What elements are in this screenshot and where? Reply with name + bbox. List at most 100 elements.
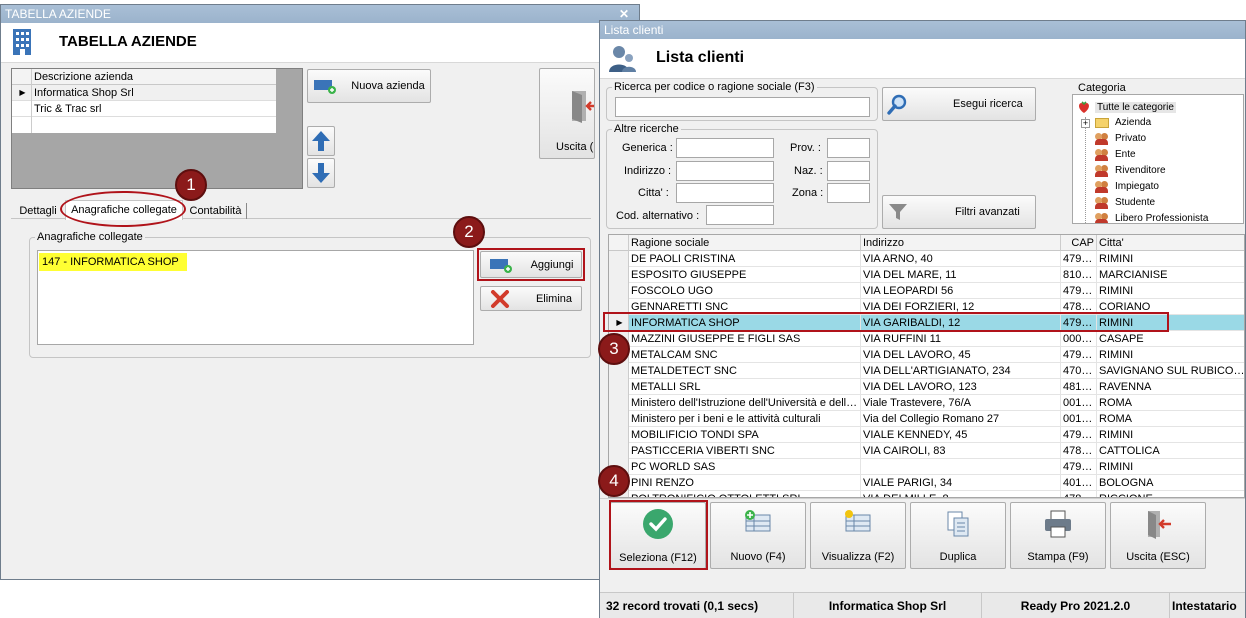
categoria-tree[interactable]: Tutte le categorie + Azienda Privato Ent…	[1072, 94, 1244, 224]
altre-ricerche-label: Altre ricerche	[612, 123, 681, 135]
row-indicator	[609, 267, 629, 283]
table-row[interactable]: Ministero dell'Istruzione dell'Universit…	[609, 395, 1244, 411]
building-icon	[13, 29, 31, 55]
delete-x-icon	[490, 289, 509, 308]
generica-input[interactable]	[676, 138, 774, 158]
visualizza-button[interactable]: Visualizza (F2)	[810, 502, 906, 569]
aziende-grid[interactable]: Descrizione azienda ▶ Informatica Shop S…	[11, 68, 303, 189]
tab-contabilita[interactable]: Contabilità	[185, 203, 247, 219]
table-cell: PASTICCERIA VIBERTI SNC	[629, 443, 861, 459]
citta-label: Citta' :	[638, 187, 669, 199]
table-cell: 00010	[1061, 331, 1097, 347]
table-cell: 47838	[1061, 491, 1097, 497]
table-row[interactable]: METALCAM SNC VIA DEL LAVORO, 45 47921 RIMIN…	[609, 347, 1244, 363]
cod-alternativo-input[interactable]	[706, 205, 774, 225]
tab-dettagli[interactable]: Dettagli	[13, 203, 63, 219]
search-input[interactable]	[615, 97, 870, 117]
clienti-titlebar: Lista clienti	[600, 21, 1245, 39]
list-item[interactable]: 147 - INFORMATICA SHOP	[39, 253, 187, 271]
clienti-grid-header: Ragione sociale Indirizzo CAP Citta'	[609, 235, 1244, 251]
nuovo-button[interactable]: Nuovo (F4)	[710, 502, 806, 569]
table-row[interactable]: METALLI SRL VIA DEL LAVORO, 123 48100 RAVEN…	[609, 379, 1244, 395]
printer-icon	[1045, 510, 1071, 537]
table-cell: 47039	[1061, 363, 1097, 379]
stampa-label: Stampa (F9)	[1027, 550, 1089, 563]
table-row[interactable]: MOBILIFICIO TONDI SPA VIALE KENNEDY, 45 47…	[609, 427, 1244, 443]
annotation-box	[603, 312, 1169, 332]
column-header[interactable]: Citta'	[1097, 235, 1244, 251]
table-row[interactable]: ▶ Informatica Shop Srl	[12, 85, 276, 101]
aziende-header: TABELLA AZIENDE	[1, 23, 639, 63]
table-cell: VIA DEL LAVORO, 123	[861, 379, 1061, 395]
clienti-grid[interactable]: Ragione sociale Indirizzo CAP Citta' DE …	[608, 234, 1245, 498]
citta-input[interactable]	[676, 183, 774, 203]
stampa-button[interactable]: Stampa (F9)	[1010, 502, 1106, 569]
tree-item-ente[interactable]: Ente	[1095, 147, 1136, 163]
table-cell: 00153	[1061, 395, 1097, 411]
table-cell: 47921	[1061, 347, 1097, 363]
table-cell: PC WORLD SAS	[629, 459, 861, 475]
table-row[interactable]: ESPOSITO GIUSEPPE VIA DEL MARE, 11 81025 MA…	[609, 267, 1244, 283]
move-up-button[interactable]	[307, 126, 335, 156]
table-row[interactable]: DE PAOLI CRISTINA VIA ARNO, 40 47921 RIMINI	[609, 251, 1244, 267]
table-row[interactable]: Ministero per i beni e le attività cultu…	[609, 411, 1244, 427]
tree-item-azienda[interactable]: Azienda	[1095, 115, 1151, 131]
table-cell: CASAPE	[1099, 333, 1144, 345]
strawberry-icon	[1079, 101, 1089, 113]
customers-icon	[609, 46, 636, 72]
row-indicator	[609, 443, 629, 459]
nuova-azienda-button[interactable]: Nuova azienda	[307, 69, 431, 103]
exit-door-icon	[1148, 510, 1171, 539]
naz-input[interactable]	[827, 161, 870, 181]
table-row[interactable]: METALDETECT SNC VIA DELL'ARTIGIANATO, 234…	[609, 363, 1244, 379]
arrow-up-icon	[312, 131, 330, 151]
visualizza-label: Visualizza (F2)	[821, 550, 895, 563]
column-header[interactable]: CAP	[1061, 235, 1097, 251]
table-row[interactable]: PASTICCERIA VIBERTI SNC VIA CAIROLI, 83 47…	[609, 443, 1244, 459]
tree-item-libero-professionista[interactable]: Libero Professionista	[1095, 211, 1208, 223]
uscita-button[interactable]: Uscita (E	[539, 68, 595, 159]
table-row[interactable]: Tric & Trac srl	[12, 101, 276, 117]
filtri-avanzati-button[interactable]: Filtri avanzati	[882, 195, 1036, 229]
tree-item-studente[interactable]: Studente	[1095, 195, 1155, 211]
badge-4: 4	[598, 465, 630, 497]
table-cell: 00186	[1061, 411, 1097, 427]
uscita-esc-button[interactable]: Uscita (ESC)	[1110, 502, 1206, 569]
expand-plus-icon[interactable]: +	[1081, 119, 1090, 128]
indirizzo-input[interactable]	[676, 161, 774, 181]
table-row[interactable]: MAZZINI GIUSEPPE E FIGLI SAS VIA RUFFINI …	[609, 331, 1244, 347]
column-header[interactable]: Ragione sociale	[629, 235, 861, 251]
tree-lines	[1085, 117, 1086, 223]
duplica-label: Duplica	[939, 550, 977, 563]
move-down-button[interactable]	[307, 158, 335, 188]
table-row[interactable]: FOSCOLO UGO VIA LEOPARDI 56 47921 RIMINI	[609, 283, 1244, 299]
linked-list[interactable]: 147 - INFORMATICA SHOP	[37, 250, 474, 345]
duplica-button[interactable]: Duplica	[910, 502, 1006, 569]
table-cell: Via del Collegio Romano 27	[861, 411, 1061, 427]
table-cell: 47921	[1061, 427, 1097, 443]
tree-root[interactable]: Tutte le categorie	[1077, 99, 1176, 115]
tree-item-impiegato[interactable]: Impiegato	[1095, 179, 1159, 195]
table-row[interactable]: PC WORLD SAS 47921 RIMINI	[609, 459, 1244, 475]
duplicate-icon	[947, 511, 969, 536]
zona-label: Zona :	[792, 187, 824, 199]
elimina-button[interactable]: Elimina	[480, 286, 582, 311]
esegui-ricerca-button[interactable]: Esegui ricerca	[882, 87, 1036, 121]
tree-item-label: Ente	[1115, 149, 1136, 160]
tree-root-label: Tutte le categorie	[1095, 101, 1176, 113]
exit-door-icon	[572, 91, 594, 123]
categoria-label: Categoria	[1078, 82, 1126, 94]
tree-item-rivenditore[interactable]: Rivenditore	[1095, 163, 1166, 179]
zona-input[interactable]	[827, 183, 870, 203]
table-row[interactable]: PINI RENZO VIALE PARIGI, 34 40127 BOLOGNA	[609, 475, 1244, 491]
table-row[interactable]: POLTRONIFICIO OTTOLETTI SRLVIA DEI MILLE…	[609, 491, 1244, 497]
search-icon	[887, 94, 907, 115]
badge-2: 2	[453, 216, 485, 248]
prov-input[interactable]	[827, 138, 870, 158]
people-icon	[1095, 149, 1109, 161]
table-cell: VIALE KENNEDY, 45	[861, 427, 1061, 443]
table-row-new[interactable]	[12, 117, 276, 133]
tree-item-privato[interactable]: Privato	[1095, 131, 1146, 147]
column-header[interactable]: Indirizzo	[861, 235, 1061, 251]
add-card-icon	[314, 80, 337, 94]
